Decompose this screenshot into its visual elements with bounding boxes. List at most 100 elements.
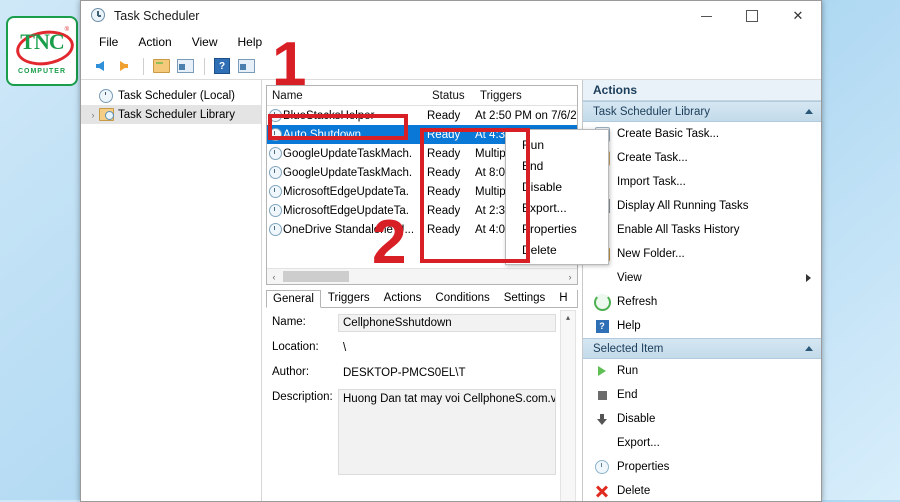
action-end[interactable]: End bbox=[583, 383, 821, 407]
tab-actions[interactable]: Actions bbox=[377, 289, 429, 307]
tree-item-task-scheduler-local[interactable]: Task Scheduler (Local) bbox=[81, 86, 261, 105]
context-menu-run[interactable]: Run bbox=[506, 134, 608, 155]
details-body: Name: CellphoneSshutdown Location: \ Aut… bbox=[266, 308, 578, 501]
task-name: Auto Shutdown bbox=[283, 128, 362, 141]
collapse-caret-icon[interactable] bbox=[805, 346, 813, 351]
help-icon: ? bbox=[593, 318, 611, 334]
scroll-right-arrow-icon[interactable]: › bbox=[563, 272, 577, 282]
menu-view[interactable]: View bbox=[182, 33, 228, 51]
task-scheduler-window: Task Scheduler ✕ File Action View Help ? bbox=[80, 0, 822, 502]
action-import-task[interactable]: Import Task... bbox=[583, 170, 821, 194]
description-field-value[interactable]: Huong Dan tat may voi CellphoneS.com.vn bbox=[338, 389, 556, 475]
action-help[interactable]: ? Help bbox=[583, 314, 821, 338]
action-run[interactable]: Run bbox=[583, 359, 821, 383]
end-icon bbox=[593, 387, 611, 403]
action-label: Display All Running Tasks bbox=[617, 200, 749, 212]
task-details-pane: General Triggers Actions Conditions Sett… bbox=[266, 288, 578, 501]
action-export[interactable]: Export... bbox=[583, 431, 821, 455]
field-label: Name: bbox=[272, 316, 306, 328]
window-controls: ✕ bbox=[683, 1, 821, 31]
task-name: MicrosoftEdgeUpdateTa. bbox=[283, 204, 409, 217]
close-button[interactable]: ✕ bbox=[775, 1, 821, 31]
menu-action[interactable]: Action bbox=[128, 33, 181, 51]
column-header-triggers[interactable]: Triggers bbox=[480, 90, 577, 102]
task-name: GoogleUpdateTaskMach. bbox=[283, 147, 413, 160]
tab-settings[interactable]: Settings bbox=[497, 289, 553, 307]
tab-triggers[interactable]: Triggers bbox=[321, 289, 377, 307]
section-label: Task Scheduler Library bbox=[593, 105, 710, 118]
author-field-value: DESKTOP-PMCS0EL\T bbox=[343, 367, 466, 379]
action-new-folder[interactable]: New Folder... bbox=[583, 242, 821, 266]
action-label: End bbox=[617, 389, 638, 401]
column-header-status[interactable]: Status bbox=[432, 90, 480, 102]
scroll-track[interactable] bbox=[281, 270, 563, 283]
tab-conditions[interactable]: Conditions bbox=[428, 289, 496, 307]
context-menu-end[interactable]: End bbox=[506, 155, 608, 176]
clock-icon bbox=[91, 8, 107, 24]
action-label: Help bbox=[617, 320, 641, 332]
action-label: View bbox=[617, 272, 642, 284]
up-folder-icon[interactable] bbox=[150, 55, 172, 77]
disable-icon bbox=[593, 411, 611, 427]
action-enable-all-tasks-history[interactable]: Enable All Tasks History bbox=[583, 218, 821, 242]
task-status: Ready bbox=[427, 109, 461, 122]
table-row[interactable]: BlueStacksHelper Ready At 2:50 PM on 7/6… bbox=[267, 106, 577, 125]
toolbar-separator bbox=[143, 57, 144, 75]
toolbar: ? bbox=[81, 53, 821, 80]
action-create-basic-task[interactable]: Create Basic Task... bbox=[583, 122, 821, 146]
actions-section-header-selected-item[interactable]: Selected Item bbox=[583, 338, 821, 359]
context-menu-disable[interactable]: Disable bbox=[506, 176, 608, 197]
back-arrow-icon[interactable] bbox=[89, 55, 111, 77]
delete-icon bbox=[593, 483, 611, 499]
task-list-horizontal-scrollbar[interactable]: ‹ › bbox=[267, 268, 577, 284]
context-menu-properties[interactable]: Properties bbox=[506, 218, 608, 239]
menu-help[interactable]: Help bbox=[228, 33, 273, 51]
window-titlebar: Task Scheduler ✕ bbox=[81, 1, 821, 31]
tab-scroll-left-icon[interactable]: ◂ bbox=[576, 290, 578, 307]
collapse-caret-icon[interactable] bbox=[805, 109, 813, 114]
action-delete[interactable]: Delete bbox=[583, 479, 821, 501]
minimize-button[interactable] bbox=[683, 1, 729, 31]
action-disable[interactable]: Disable bbox=[583, 407, 821, 431]
field-label: Location: bbox=[272, 341, 319, 353]
tree-expander-library[interactable]: › bbox=[87, 110, 99, 120]
maximize-button[interactable] bbox=[729, 1, 775, 31]
logo-registered-mark: ® bbox=[64, 27, 69, 33]
name-field-value[interactable]: CellphoneSshutdown bbox=[338, 314, 556, 332]
actions-section-header-library[interactable]: Task Scheduler Library bbox=[583, 101, 821, 122]
toolbar-separator-2 bbox=[204, 57, 205, 75]
context-menu-delete[interactable]: Delete bbox=[506, 239, 608, 260]
scroll-up-arrow-icon[interactable]: ▴ bbox=[561, 311, 575, 324]
task-clock-icon bbox=[267, 128, 283, 141]
field-name: Name: CellphoneSshutdown bbox=[266, 314, 578, 332]
action-label: Export... bbox=[617, 437, 660, 449]
task-status: Ready bbox=[427, 166, 461, 179]
action-label: Enable All Tasks History bbox=[617, 224, 740, 236]
properties-pane-icon[interactable] bbox=[235, 55, 257, 77]
scroll-left-arrow-icon[interactable]: ‹ bbox=[267, 272, 281, 282]
action-label: Import Task... bbox=[617, 176, 686, 188]
action-refresh[interactable]: Refresh bbox=[583, 290, 821, 314]
tree-item-task-scheduler-library[interactable]: › Task Scheduler Library bbox=[81, 105, 261, 124]
column-header-name[interactable]: Name bbox=[267, 90, 432, 102]
details-vertical-scrollbar[interactable]: ▴ bbox=[560, 310, 576, 501]
action-properties[interactable]: Properties bbox=[583, 455, 821, 479]
task-status: Ready bbox=[427, 185, 461, 198]
menu-file[interactable]: File bbox=[89, 33, 128, 51]
action-display-all-running-tasks[interactable]: Display All Running Tasks bbox=[583, 194, 821, 218]
tnc-logo: TNC ® COMPUTER bbox=[6, 16, 78, 86]
context-menu-export[interactable]: Export... bbox=[506, 197, 608, 218]
action-view[interactable]: View bbox=[583, 266, 821, 290]
run-icon bbox=[593, 363, 611, 379]
task-clock-icon bbox=[267, 147, 283, 160]
actions-pane-title: Actions bbox=[583, 80, 821, 101]
action-create-task[interactable]: Create Task... bbox=[583, 146, 821, 170]
help-icon[interactable]: ? bbox=[211, 55, 233, 77]
show-pane-icon[interactable] bbox=[174, 55, 196, 77]
tab-history[interactable]: H bbox=[552, 289, 574, 307]
forward-arrow-icon[interactable] bbox=[113, 55, 135, 77]
field-label: Description: bbox=[272, 391, 333, 403]
scroll-thumb[interactable] bbox=[283, 271, 349, 282]
action-label: Delete bbox=[617, 485, 651, 497]
tab-general[interactable]: General bbox=[266, 290, 321, 308]
